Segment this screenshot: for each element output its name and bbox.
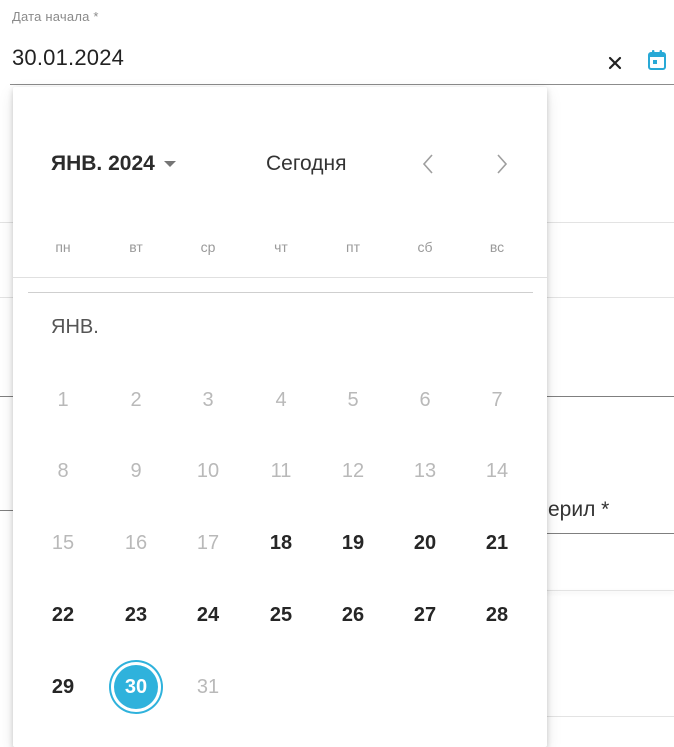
- background-field-underline: [0, 396, 13, 397]
- start-date-label: Дата начала *: [12, 9, 99, 24]
- today-button[interactable]: Сегодня: [266, 149, 346, 179]
- calendar-day[interactable]: 19: [331, 521, 375, 565]
- calendar-day[interactable]: 24: [186, 593, 230, 637]
- weekday-label: вт: [129, 239, 143, 255]
- calendar-day-disabled: 2: [130, 388, 142, 411]
- calendar-day[interactable]: 29: [41, 665, 85, 709]
- calendar-day[interactable]: 28: [475, 593, 519, 637]
- weekday-label: вс: [489, 239, 505, 255]
- calendar-day-selected[interactable]: 30: [114, 665, 158, 709]
- background-divider: [540, 716, 674, 717]
- month-separator: [28, 292, 533, 293]
- weekday-label: пт: [346, 239, 360, 255]
- month-year-label: ЯНВ. 2024: [51, 152, 155, 175]
- background-field-label: ерил *: [548, 498, 610, 521]
- calendar-day[interactable]: 27: [403, 593, 447, 637]
- calendar-day[interactable]: 25: [259, 593, 303, 637]
- background-divider: [540, 590, 674, 591]
- background-field-underline: [540, 533, 674, 534]
- calendar-day-disabled: 15: [51, 531, 75, 554]
- calendar-day[interactable]: 22: [41, 593, 85, 637]
- previous-month-button[interactable]: [413, 149, 443, 179]
- weekday-label: пн: [55, 239, 71, 255]
- calendar-day-disabled: 1: [57, 388, 69, 411]
- date-picker-popup: ЯНВ. 2024 Сегодня пн вт ср чт пт сб вс ЯНВ. 12…: [13, 87, 547, 747]
- calendar-day-disabled: 8: [57, 459, 69, 482]
- calendar-day-disabled: 6: [419, 388, 431, 411]
- weekday-label: сб: [417, 239, 433, 255]
- calendar-day-disabled: 12: [341, 459, 365, 482]
- calendar-day-disabled: 10: [196, 459, 220, 482]
- month-section-label: ЯНВ.: [51, 316, 99, 338]
- calendar-day-disabled: 5: [347, 388, 359, 411]
- caret-down-icon: [163, 160, 177, 168]
- start-date-input[interactable]: 30.01.2024: [12, 45, 124, 71]
- calendar-day[interactable]: 21: [475, 521, 519, 565]
- calendar-day[interactable]: 20: [403, 521, 447, 565]
- calendar-day-disabled: 14: [485, 459, 509, 482]
- chevron-left-icon: [422, 154, 433, 174]
- calendar-day-disabled: 13: [413, 459, 437, 482]
- calendar-day-disabled: 16: [124, 531, 148, 554]
- calendar-day-disabled: 11: [270, 459, 292, 482]
- calendar-day-disabled: 9: [130, 459, 142, 482]
- calendar-day[interactable]: 23: [114, 593, 158, 637]
- weekday-label: чт: [274, 239, 288, 255]
- calendar-day-disabled: 17: [196, 531, 220, 554]
- month-year-select[interactable]: ЯНВ. 2024: [51, 149, 177, 179]
- calendar-day-disabled: 4: [275, 388, 287, 411]
- next-month-button[interactable]: [487, 149, 517, 179]
- background-form: [540, 0, 674, 738]
- weekday-label: ср: [200, 239, 216, 255]
- calendar-day-disabled: 31: [196, 675, 220, 698]
- calendar-day-disabled: 3: [202, 388, 214, 411]
- calendar-day[interactable]: 26: [331, 593, 375, 637]
- background-field-underline: [540, 396, 674, 397]
- weekday-divider: [13, 277, 547, 278]
- calendar-day-disabled: 7: [491, 388, 503, 411]
- calendar-day[interactable]: 18: [259, 521, 303, 565]
- background-field-underline: [0, 510, 13, 511]
- chevron-right-icon: [497, 154, 508, 174]
